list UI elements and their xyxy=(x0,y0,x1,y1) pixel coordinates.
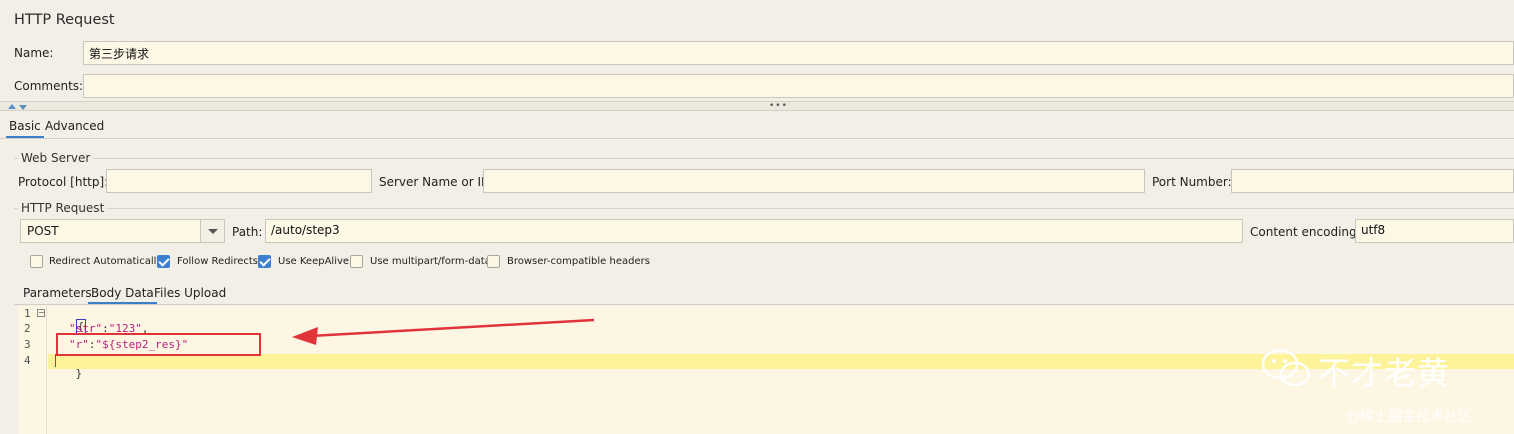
method-select[interactable]: POST xyxy=(20,219,225,243)
line-number: 1 xyxy=(24,307,31,320)
http-request-group-border xyxy=(14,208,1514,209)
line-number: 3 xyxy=(24,338,31,351)
server-field[interactable] xyxy=(483,169,1145,193)
chevron-down-icon xyxy=(208,229,218,234)
use-multipart-checkbox[interactable] xyxy=(350,255,363,268)
body-tab-separator xyxy=(14,304,1514,305)
encoding-label: Content encoding: xyxy=(1250,225,1361,239)
web-server-group-border xyxy=(14,158,1514,159)
tab-separator xyxy=(0,138,1514,139)
name-field[interactable]: 第三步请求 xyxy=(83,41,1514,65)
line-number-gutter: 1 − 2 3 4 xyxy=(18,306,47,434)
code-line-4: } xyxy=(49,354,83,393)
watermark-brand: 不才老黄 xyxy=(1318,354,1451,392)
path-field[interactable]: /auto/step3 xyxy=(265,219,1243,243)
watermark-site: @稀土掘金技术社区 xyxy=(1346,409,1472,425)
fold-minus-icon[interactable]: − xyxy=(37,309,45,317)
follow-redirects-label: Follow Redirects xyxy=(177,256,258,267)
line-number: 2 xyxy=(24,322,31,335)
collapse-up-icon[interactable] xyxy=(8,104,16,109)
method-value: POST xyxy=(27,224,59,238)
redirect-automatically-label: Redirect Automatically xyxy=(49,256,163,267)
protocol-field[interactable] xyxy=(106,169,372,193)
tab-basic[interactable]: Basic xyxy=(6,119,44,138)
redirect-automatically-checkbox[interactable] xyxy=(30,255,43,268)
panel-title: HTTP Request xyxy=(14,12,115,28)
tab-advanced[interactable]: Advanced xyxy=(42,119,107,138)
comments-field[interactable] xyxy=(83,74,1514,98)
close-brace: } xyxy=(75,367,83,380)
line-number: 4 xyxy=(24,354,31,367)
annotation-arrow-icon xyxy=(292,318,595,345)
follow-redirects-checkbox[interactable] xyxy=(157,255,170,268)
split-divider[interactable]: ••• xyxy=(0,101,1514,111)
comments-label: Comments: xyxy=(14,79,84,93)
encoding-field[interactable]: utf8 xyxy=(1355,219,1514,243)
server-label: Server Name or IP: xyxy=(379,175,493,189)
method-dropdown-button[interactable] xyxy=(200,220,224,242)
port-label: Port Number: xyxy=(1152,175,1232,189)
name-label: Name: xyxy=(14,46,54,60)
path-label: Path: xyxy=(232,225,263,239)
use-keepalive-label: Use KeepAlive xyxy=(278,256,350,267)
browser-compatible-label: Browser-compatible headers xyxy=(507,256,650,267)
protocol-label: Protocol [http]: xyxy=(18,175,109,189)
browser-compatible-checkbox[interactable] xyxy=(487,255,500,268)
http-request-group-title: HTTP Request xyxy=(18,201,108,215)
collapse-down-icon[interactable] xyxy=(19,105,27,110)
tab-body-data[interactable]: Body Data xyxy=(88,286,157,304)
web-server-group-title: Web Server xyxy=(18,151,94,165)
use-multipart-label: Use multipart/form-data xyxy=(370,256,491,267)
port-field[interactable] xyxy=(1231,169,1514,193)
tab-parameters[interactable]: Parameters xyxy=(20,286,95,304)
use-keepalive-checkbox[interactable] xyxy=(258,255,271,268)
wechat-logo-icon xyxy=(1261,348,1311,387)
drag-grip-icon[interactable]: ••• xyxy=(769,102,788,111)
annotation-highlight-box xyxy=(56,333,261,356)
tab-files-upload[interactable]: Files Upload xyxy=(151,286,229,304)
